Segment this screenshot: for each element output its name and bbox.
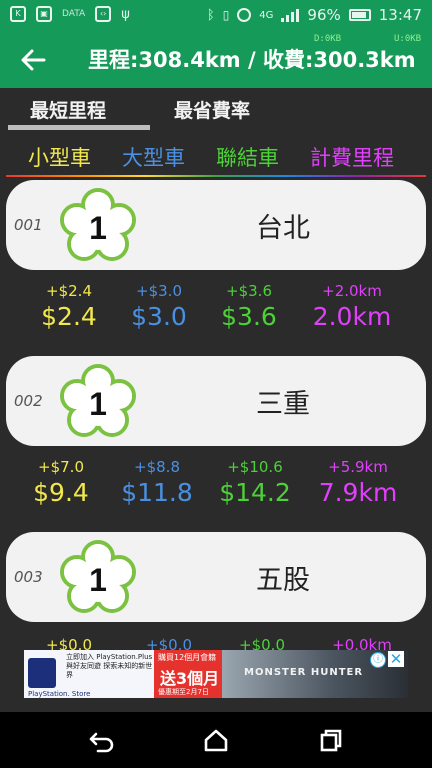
station-card[interactable]: 003 1 五股 (6, 532, 426, 622)
ad-banner[interactable]: PlayStation. Store 立即加入 PlayStation.Plus… (24, 650, 408, 698)
tab-shortest-distance[interactable]: 最短里程 (30, 96, 106, 123)
fee-delta: +5.9km (328, 458, 388, 476)
badge-number: 1 (89, 386, 107, 422)
fee-row: +$0.0 +$0.0 +$0.0 +0.0km (0, 636, 432, 650)
fee-small-car: +$2.4 $2.4 (34, 282, 104, 331)
app-bar: 里程:308.4km / 收費:300.3km D:0KB U:0KB (0, 32, 432, 88)
fee-delta: +$8.8 (134, 458, 180, 476)
fee-billing-distance: +2.0km 2.0km (302, 282, 402, 331)
highway-1-badge-icon: 1 (60, 188, 136, 261)
fee-total: 7.9km (318, 478, 398, 507)
image-notification-icon: ▣ (36, 6, 52, 22)
fee-billing-distance: +5.9km 7.9km (308, 458, 408, 507)
vibrate-icon: ▯ (222, 8, 230, 22)
fee-small-car: +$0.0 (34, 636, 104, 650)
fee-large-car: +$3.0 $3.0 (124, 282, 194, 331)
fee-total: $9.4 (33, 478, 89, 507)
data-label: DATA (62, 9, 86, 19)
trip-summary-title: 里程:308.4km / 收費:300.3km (88, 48, 416, 72)
ad-store-label: PlayStation. Store (28, 690, 91, 698)
fee-delta: +$2.4 (46, 282, 92, 300)
code-notification-icon: ‹› (95, 6, 112, 22)
route-tabs: 最短里程 最省費率 (0, 88, 432, 134)
station-index: 003 (14, 568, 43, 586)
fee-delta: +$3.6 (226, 282, 272, 300)
station-name: 台北 (256, 213, 310, 244)
highway-1-badge-icon: 1 (60, 540, 136, 613)
legend-trailer: 聯結車 (216, 146, 279, 170)
upload-counter: U:0KB (394, 34, 422, 44)
fee-trailer: +$10.6 $14.2 (208, 458, 302, 507)
download-counter: D:0KB (314, 34, 342, 44)
fee-total: $3.0 (131, 302, 187, 331)
ad-promo-top: 購買12個月會籍 (158, 653, 217, 662)
toll-station-list[interactable]: 001 1 台北 +$2.4 $2.4 +$3.0 $3.0 +$3.6 $3.… (0, 178, 432, 650)
station-index: 002 (14, 392, 43, 410)
vehicle-legend: 小型車 大型車 聯結車 計費里程 (0, 136, 432, 176)
ad-store-panel: PlayStation. Store 立即加入 PlayStation.Plus… (24, 650, 154, 698)
fee-total: $11.8 (121, 478, 193, 507)
playstation-logo-icon (28, 658, 56, 688)
station-card[interactable]: 001 1 台北 (6, 180, 426, 270)
legend-divider (6, 175, 426, 177)
legend-large-car: 大型車 (122, 146, 185, 170)
station-name: 三重 (256, 389, 310, 420)
badge-number: 1 (89, 562, 107, 598)
fee-delta: +$0.0 (46, 636, 92, 650)
fee-large-car: +$0.0 (124, 636, 214, 650)
badge-number: 1 (89, 210, 107, 246)
status-bar: K ▣ DATA ‹› ψ ᛒ ▯ 4G 96% 13:47 (0, 0, 432, 32)
fee-trailer: +$3.6 $3.6 (214, 282, 284, 331)
ad-promo-date: 優惠期至2月7日 (158, 688, 209, 696)
ad-promo-headline: 送3個月 (160, 669, 220, 688)
battery-icon (348, 9, 371, 21)
bluetooth-icon: ᛒ (206, 7, 215, 23)
fee-trailer: +$0.0 (222, 636, 302, 650)
station-index: 001 (14, 216, 43, 234)
fee-total: $2.4 (41, 302, 97, 331)
signal-icon (281, 8, 300, 22)
back-nav-icon[interactable] (86, 726, 116, 754)
fee-delta: +2.0km (322, 282, 382, 300)
fee-total: $3.6 (221, 302, 277, 331)
fee-total: 2.0km (312, 302, 392, 331)
ad-game-title: MONSTER HUNTER (244, 667, 364, 678)
fee-delta: +$7.0 (38, 458, 84, 476)
fee-total: $14.2 (219, 478, 291, 507)
back-arrow-icon[interactable] (18, 46, 48, 74)
fee-delta: +$0.0 (146, 636, 192, 650)
station-name: 五股 (256, 565, 310, 596)
home-nav-icon[interactable] (201, 726, 231, 754)
fee-delta: +$0.0 (239, 636, 285, 650)
ad-promo: 購買12個月會籍 送3個月 優惠期至2月7日 (154, 650, 222, 698)
ad-copy: 立即加入 PlayStation.Plus 與好友同遊 探索未知的新世界 (66, 653, 153, 679)
fee-delta: +$3.0 (136, 282, 182, 300)
ad-info-icon[interactable]: ⓘ (370, 652, 386, 668)
alarm-icon (237, 8, 252, 22)
battery-percent: 96% (307, 6, 341, 24)
legend-billing-distance: 計費里程 (310, 146, 394, 170)
usb-icon: ψ (121, 6, 130, 22)
highway-1-badge-icon: 1 (60, 364, 136, 437)
legend-small-car: 小型車 (28, 146, 91, 170)
recents-nav-icon[interactable] (316, 726, 346, 754)
fee-large-car: +$8.8 $11.8 (112, 458, 202, 507)
clock: 13:47 (378, 6, 422, 24)
fee-delta: +$10.6 (227, 458, 283, 476)
system-nav-bar (0, 712, 432, 768)
fee-billing-distance: +0.0km (312, 636, 412, 650)
active-tab-indicator (8, 125, 150, 130)
app-notification-icon: K (10, 6, 26, 22)
network-type: 4G (259, 9, 274, 21)
station-card[interactable]: 002 1 三重 (6, 356, 426, 446)
ad-close-icon[interactable]: ✕ (388, 651, 404, 667)
tab-lowest-rate[interactable]: 最省費率 (174, 96, 250, 123)
fee-delta: +0.0km (332, 636, 392, 650)
fee-small-car: +$7.0 $9.4 (26, 458, 96, 507)
